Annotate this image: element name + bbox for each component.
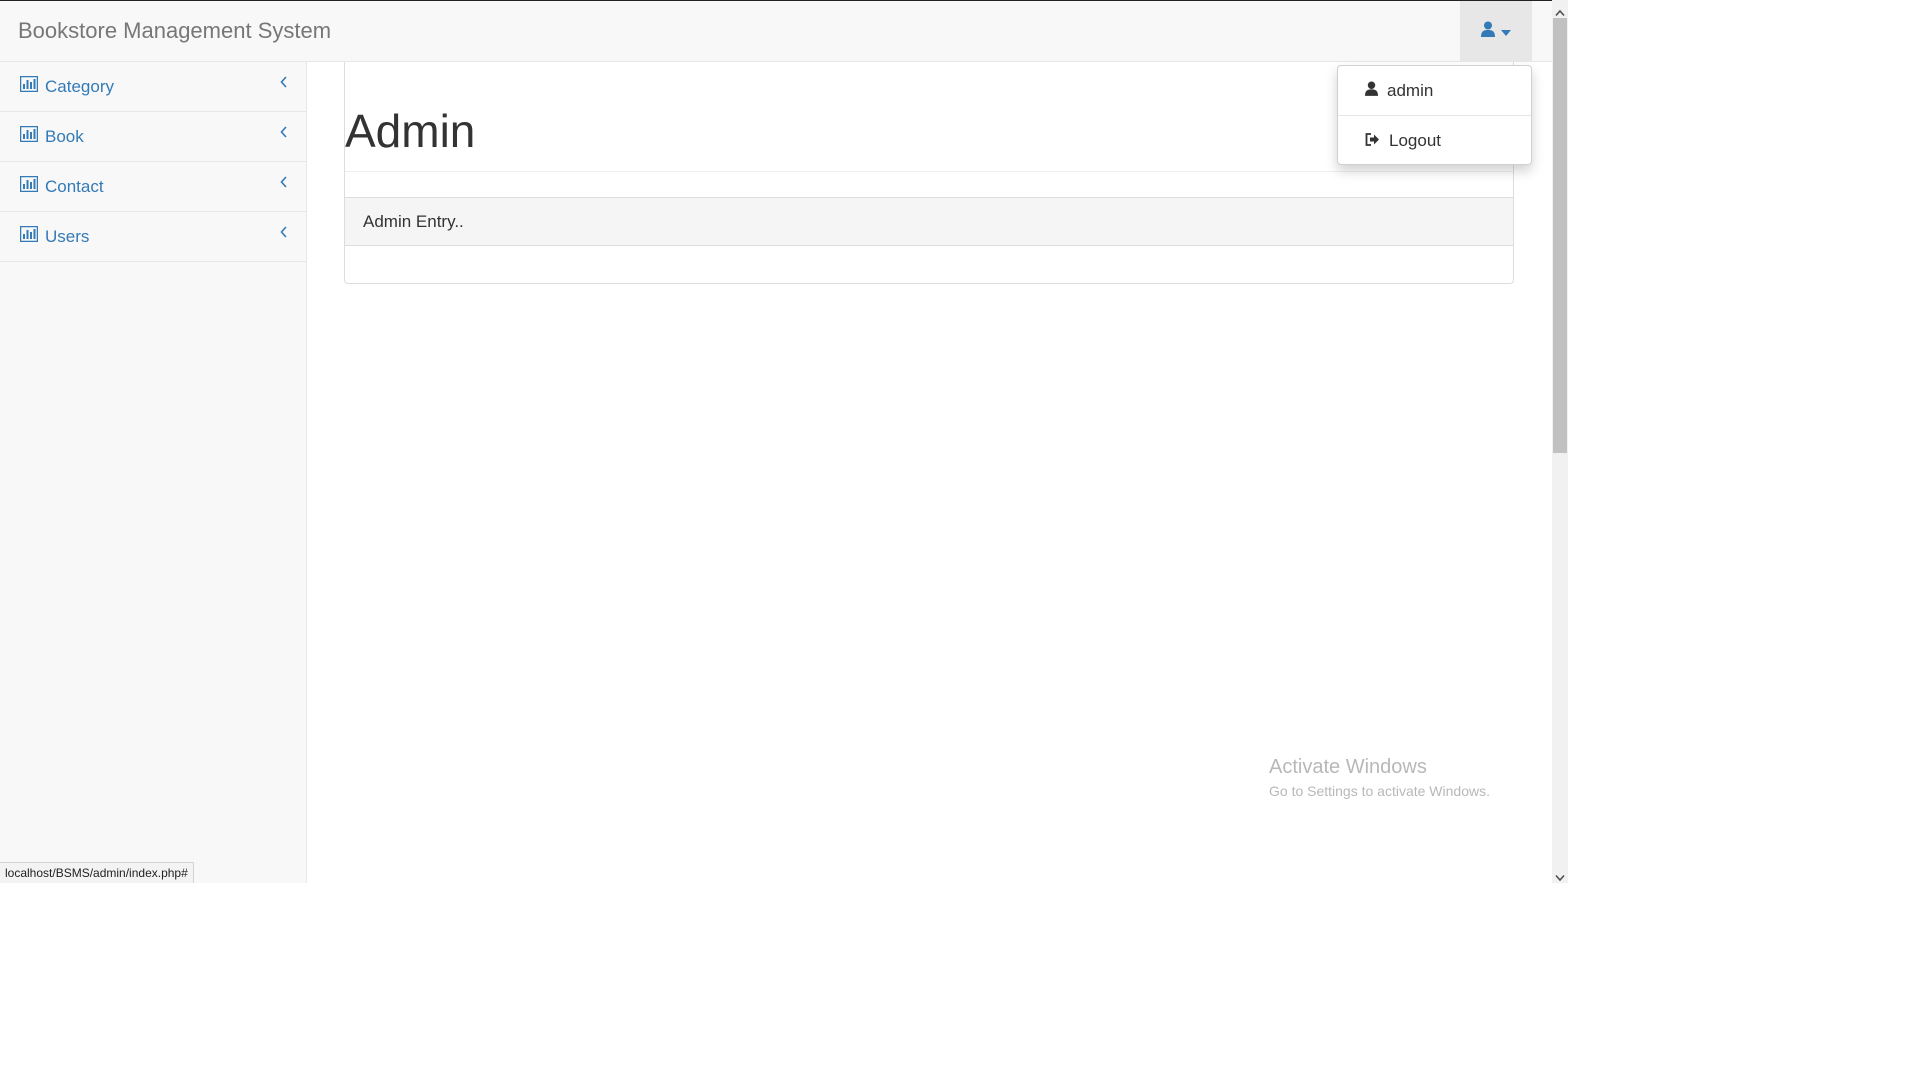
sidebar: Category Book Contact Users [0, 62, 307, 883]
dropdown-item-logout[interactable]: Logout [1338, 116, 1531, 165]
scroll-down-icon[interactable] [1555, 869, 1565, 882]
dropdown-item-label: Logout [1389, 130, 1441, 150]
title-divider [345, 171, 1513, 172]
sign-out-icon [1365, 131, 1380, 151]
caret-down-icon [1501, 23, 1511, 41]
chevron-left-icon [280, 175, 288, 193]
bar-chart-icon [19, 225, 39, 247]
bar-chart-icon [19, 75, 39, 97]
panel-heading: Admin Entry.. [345, 197, 1513, 246]
sidebar-item-label: Category [45, 76, 114, 96]
top-navbar: Bookstore Management System [0, 0, 1552, 62]
activation-watermark: Activate Windows Go to Settings to activ… [1269, 756, 1490, 799]
bar-chart-icon [19, 175, 39, 197]
sidebar-item-label: Users [45, 226, 90, 246]
user-dropdown-menu: admin Logout [1337, 65, 1532, 165]
scroll-up-icon[interactable] [1555, 4, 1565, 17]
brand-title[interactable]: Bookstore Management System [18, 18, 331, 44]
chevron-left-icon [280, 225, 288, 243]
user-menu-toggle[interactable] [1460, 1, 1532, 62]
dropdown-item-admin[interactable]: admin [1338, 66, 1531, 115]
page-title: Admin [345, 105, 476, 157]
sidebar-item-label: Book [45, 126, 84, 146]
vertical-scrollbar[interactable] [1552, 0, 1568, 883]
sidebar-item-users[interactable]: Users [0, 212, 306, 262]
bar-chart-icon [19, 125, 39, 147]
user-icon [1365, 81, 1378, 101]
status-url: localhost/BSMS/admin/index.php# [0, 862, 194, 883]
user-icon [1481, 21, 1495, 42]
watermark-title: Activate Windows [1269, 756, 1427, 778]
dropdown-item-label: admin [1387, 80, 1434, 100]
sidebar-item-label: Contact [45, 176, 104, 196]
sidebar-item-contact[interactable]: Contact [0, 162, 306, 212]
watermark-subtitle: Go to Settings to activate Windows. [1269, 783, 1490, 799]
sidebar-item-category[interactable]: Category [0, 62, 306, 112]
sidebar-item-book[interactable]: Book [0, 112, 306, 162]
scrollbar-thumb[interactable] [1553, 18, 1567, 453]
chevron-left-icon [280, 75, 288, 93]
chevron-left-icon [280, 125, 288, 143]
